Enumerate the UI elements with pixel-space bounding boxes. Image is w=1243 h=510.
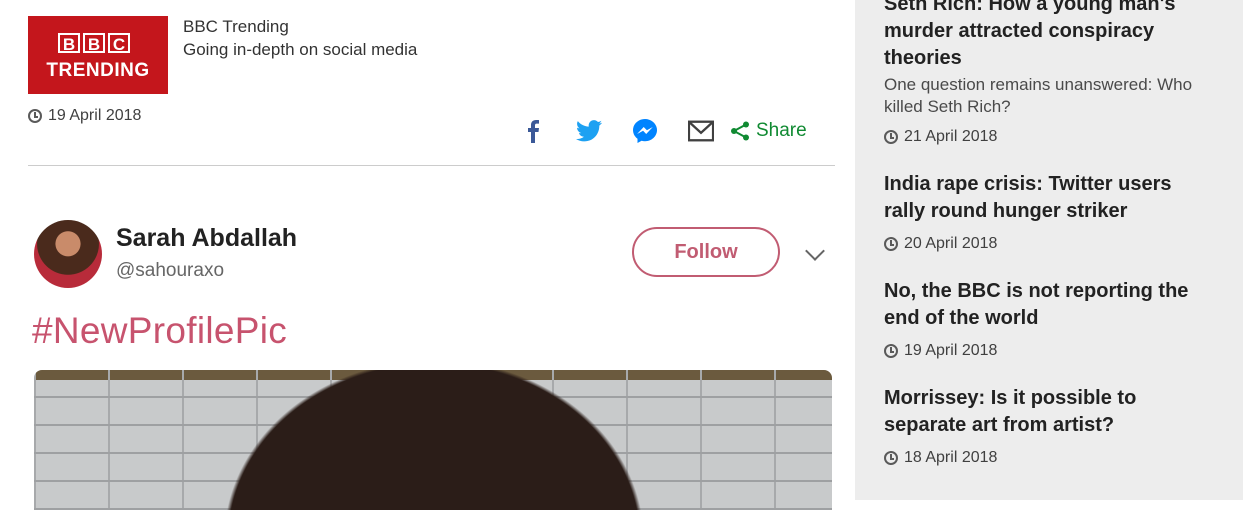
share-label: Share: [756, 120, 807, 141]
tweet-author-handle: @sahouraxo: [116, 260, 225, 281]
story-item[interactable]: Seth Rich: How a young man's murder attr…: [884, 0, 1214, 146]
story-title[interactable]: Seth Rich: How a young man's murder attr…: [884, 0, 1214, 72]
story-date: 19 April 2018: [884, 342, 1214, 360]
bbc-trending-logo[interactable]: B B C TRENDING: [28, 16, 168, 94]
share-bar: Share: [520, 118, 807, 144]
avatar: [34, 220, 102, 288]
story-date: 21 April 2018: [884, 128, 1214, 146]
logo-letter: B: [58, 33, 80, 54]
author-description: Going in-depth on social media: [183, 40, 418, 59]
clock-icon: [884, 130, 898, 144]
tweet-hashtag: #NewProfilePic: [32, 310, 288, 351]
facebook-icon[interactable]: [520, 118, 546, 144]
clock-icon: [28, 109, 42, 123]
tweet-author-name: Sarah Abdallah: [116, 224, 298, 252]
story-title[interactable]: India rape crisis: Twitter users rally r…: [884, 171, 1214, 225]
story-date-text: 20 April 2018: [904, 235, 998, 252]
story-date-text: 19 April 2018: [904, 342, 998, 359]
share-button[interactable]: Share: [730, 120, 807, 142]
author-name[interactable]: BBC Trending: [183, 17, 289, 37]
story-date: 20 April 2018: [884, 235, 1214, 253]
email-icon[interactable]: [688, 118, 714, 144]
story-title[interactable]: Morrissey: Is it possible to separate ar…: [884, 385, 1214, 439]
story-title[interactable]: No, the BBC is not reporting the end of …: [884, 278, 1214, 332]
article-date: 19 April 2018: [28, 107, 141, 125]
logo-word: TRENDING: [46, 60, 150, 81]
clock-icon: [884, 344, 898, 358]
chevron-down-icon: [805, 241, 825, 261]
story-date: 18 April 2018: [884, 449, 1214, 467]
story-date-text: 18 April 2018: [904, 449, 998, 466]
story-summary: One question remains unanswered: Who kil…: [884, 75, 1193, 116]
divider: [28, 165, 835, 166]
story-item[interactable]: Morrissey: Is it possible to separate ar…: [884, 385, 1214, 467]
twitter-icon[interactable]: [576, 118, 602, 144]
logo-letter: B: [83, 33, 105, 54]
follow-button: Follow: [632, 227, 780, 277]
logo-letter: C: [108, 33, 130, 54]
clock-icon: [884, 237, 898, 251]
article-date-text: 19 April 2018: [48, 107, 142, 124]
story-date-text: 21 April 2018: [904, 128, 998, 145]
tweet-photo: [34, 370, 832, 510]
share-icon: [731, 121, 749, 141]
clock-icon: [884, 451, 898, 465]
bbc-letters: B B C: [58, 33, 130, 54]
story-item[interactable]: India rape crisis: Twitter users rally r…: [884, 171, 1214, 253]
tweet-image: Sarah Abdallah @sahouraxo Follow #NewPro…: [28, 200, 835, 510]
messenger-icon[interactable]: [632, 118, 658, 144]
story-item[interactable]: No, the BBC is not reporting the end of …: [884, 278, 1214, 360]
